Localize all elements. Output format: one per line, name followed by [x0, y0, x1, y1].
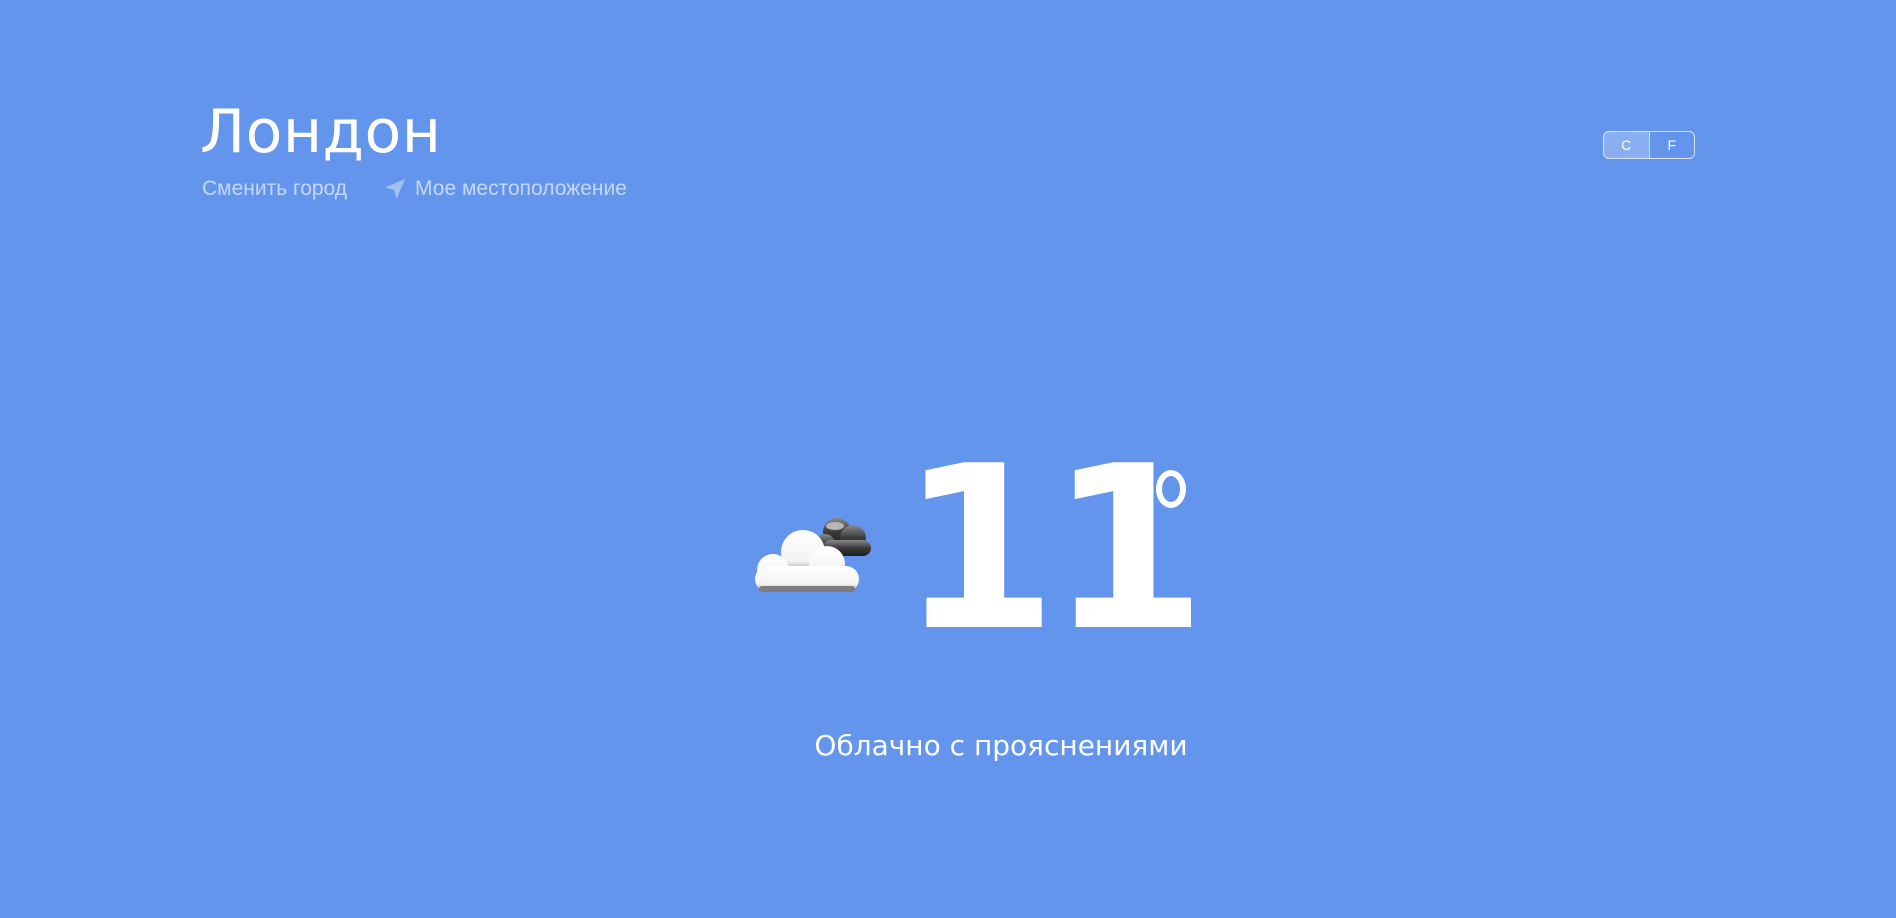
unit-toggle: C F: [1603, 131, 1695, 159]
celsius-button[interactable]: C: [1604, 132, 1650, 158]
my-location-label: Мое местоположение: [415, 177, 627, 200]
location-actions: Сменить город Мое местоположение: [202, 174, 627, 204]
city-title: Лондон: [200, 97, 442, 167]
fahrenheit-button[interactable]: F: [1650, 132, 1695, 158]
weather-condition: Облачно с прояснениями: [0, 726, 1896, 766]
current-temperature: 11: [900, 418, 1207, 681]
navigation-arrow-icon: [385, 179, 406, 199]
degree-symbol: [1156, 470, 1186, 508]
partly-cloudy-icon: [755, 518, 871, 592]
weather-condition-text: Облачно с прояснениями: [814, 729, 1188, 762]
my-location-link[interactable]: Мое местоположение: [383, 174, 627, 204]
change-city-link[interactable]: Сменить город: [202, 174, 347, 204]
